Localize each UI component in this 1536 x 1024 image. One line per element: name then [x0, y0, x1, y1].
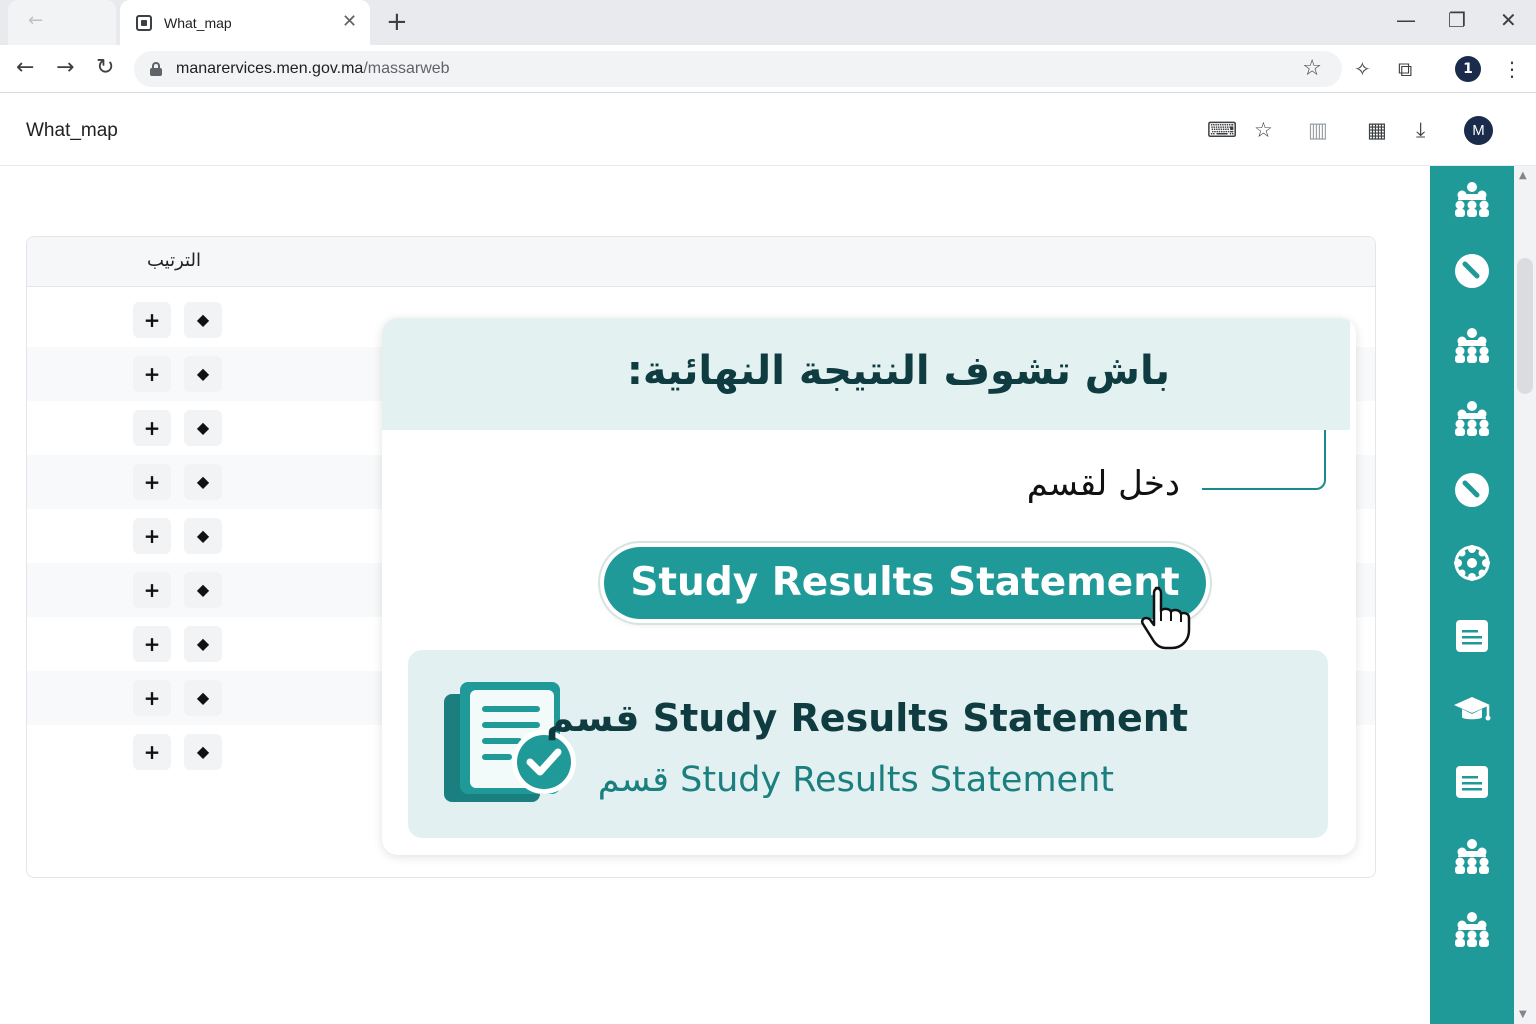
forward-icon[interactable]: → [56, 56, 74, 80]
expand-button[interactable]: + [133, 626, 171, 662]
sort-button[interactable]: ◆ [184, 734, 222, 770]
back-icon[interactable]: ← [16, 56, 34, 80]
check-circle-icon [1455, 254, 1489, 288]
bars-icon[interactable]: ▥ [1308, 118, 1328, 142]
sidebar-item-7[interactable] [1450, 614, 1494, 658]
reload-icon[interactable]: ↻ [96, 56, 114, 80]
instruction-overlay: باش تشوف النتيجة النهائية: دخل لقسم Stud… [382, 318, 1356, 855]
info-title: قسم Study Results Statement [546, 696, 1188, 740]
scroll-thumb[interactable] [1517, 258, 1533, 394]
expand-button[interactable]: + [133, 680, 171, 716]
previous-tab[interactable]: ← [8, 0, 116, 45]
sort-button[interactable]: ◆ [184, 572, 222, 608]
enter-section-label: دخل لقسم [1026, 464, 1180, 504]
user-avatar[interactable]: M [1464, 116, 1493, 145]
sidebar-item-1[interactable] [1450, 176, 1494, 220]
group-icon [1455, 182, 1489, 217]
sidebar-item-11[interactable] [1450, 906, 1494, 950]
tab-favicon-icon [136, 15, 152, 31]
window-close-icon[interactable]: ✕ [1500, 8, 1517, 32]
tab-close-icon[interactable]: ✕ [342, 11, 357, 32]
sidebar-item-2[interactable] [1450, 249, 1494, 293]
column-header-ranking: الترتيب [147, 250, 201, 271]
app-header: What_map ⌨ ☆ ▥ ▦ ⤓ M [0, 94, 1536, 166]
tab-title: What_map [164, 15, 232, 31]
expand-button[interactable]: + [133, 518, 171, 554]
group-icon [1455, 839, 1489, 874]
graduation-cap-icon [1454, 697, 1491, 721]
qr-icon[interactable]: ▦ [1367, 118, 1387, 142]
table-header: الترتيب [27, 237, 1375, 287]
sort-button[interactable]: ◆ [184, 356, 222, 392]
sidebar-item-9[interactable] [1450, 760, 1494, 804]
browser-toolbar: ← → ↻ manarervices.men.gov.ma/massarweb … [0, 45, 1536, 93]
new-tab-icon[interactable]: + [386, 8, 408, 36]
overlay-heading: باش تشوف النتيجة النهائية: [626, 348, 1170, 394]
download-icon[interactable]: ⤓ [1416, 118, 1425, 142]
sidebar-item-4[interactable] [1450, 395, 1494, 439]
overlay-header: باش تشوف النتيجة النهائية: [382, 318, 1350, 430]
sort-button[interactable]: ◆ [184, 464, 222, 500]
group-icon [1455, 912, 1489, 947]
scroll-up-icon[interactable]: ▲ [1519, 170, 1527, 181]
sidebar-item-10[interactable] [1450, 833, 1494, 877]
network-icon [1454, 545, 1490, 581]
right-sidebar [1430, 166, 1514, 1024]
sort-button[interactable]: ◆ [184, 410, 222, 446]
url-text[interactable]: manarervices.men.gov.ma/massarweb [176, 60, 450, 78]
expand-button[interactable]: + [133, 734, 171, 770]
sort-button[interactable]: ◆ [184, 302, 222, 338]
minimize-icon[interactable]: — [1396, 8, 1416, 32]
browser-tabstrip: ← What_map ✕ + — ❐ ✕ [0, 0, 1536, 45]
puzzle-icon[interactable]: ⧉ [1398, 57, 1412, 81]
expand-button[interactable]: + [133, 410, 171, 446]
sidebar-item-3[interactable] [1450, 322, 1494, 366]
expand-button[interactable]: + [133, 572, 171, 608]
group-icon [1455, 401, 1489, 436]
translate-icon[interactable]: ⌨ [1207, 118, 1237, 142]
address-bar[interactable]: manarervices.men.gov.ma/massarweb ☆ [134, 51, 1342, 87]
study-results-button[interactable]: Study Results Statement [604, 547, 1206, 619]
vertical-scrollbar[interactable]: ▲ ▼ [1514, 166, 1536, 1024]
hand-cursor-icon [1140, 586, 1191, 650]
document-icon [1456, 766, 1488, 798]
scroll-down-icon[interactable]: ▼ [1519, 1009, 1527, 1020]
sidebar-item-6[interactable] [1450, 541, 1494, 585]
sort-button[interactable]: ◆ [184, 626, 222, 662]
back-arrow-icon: ← [28, 10, 44, 31]
info-subtitle: قسم Study Results Statement [597, 760, 1114, 800]
sidebar-item-8[interactable] [1450, 687, 1494, 731]
check-circle-icon [1455, 473, 1489, 507]
connector-line [1202, 430, 1326, 490]
expand-button[interactable]: + [133, 302, 171, 338]
bookmark-star-icon[interactable]: ☆ [1302, 56, 1322, 81]
info-panel: قسم Study Results Statement قسم Study Re… [408, 650, 1328, 838]
extension-icon[interactable]: ✧ [1354, 57, 1371, 81]
sort-button[interactable]: ◆ [184, 680, 222, 716]
sidebar-item-5[interactable] [1450, 468, 1494, 512]
group-icon [1455, 328, 1489, 363]
active-tab[interactable]: What_map ✕ [120, 0, 370, 45]
expand-button[interactable]: + [133, 464, 171, 500]
profile-avatar[interactable]: 1 [1455, 56, 1481, 82]
app-title: What_map [26, 120, 118, 141]
sort-button[interactable]: ◆ [184, 518, 222, 554]
expand-button[interactable]: + [133, 356, 171, 392]
menu-kebab-icon[interactable]: ⋮ [1502, 57, 1522, 81]
star-icon[interactable]: ☆ [1254, 118, 1273, 142]
document-icon [1456, 620, 1488, 652]
lock-icon [150, 62, 162, 76]
restore-icon[interactable]: ❐ [1448, 8, 1466, 32]
